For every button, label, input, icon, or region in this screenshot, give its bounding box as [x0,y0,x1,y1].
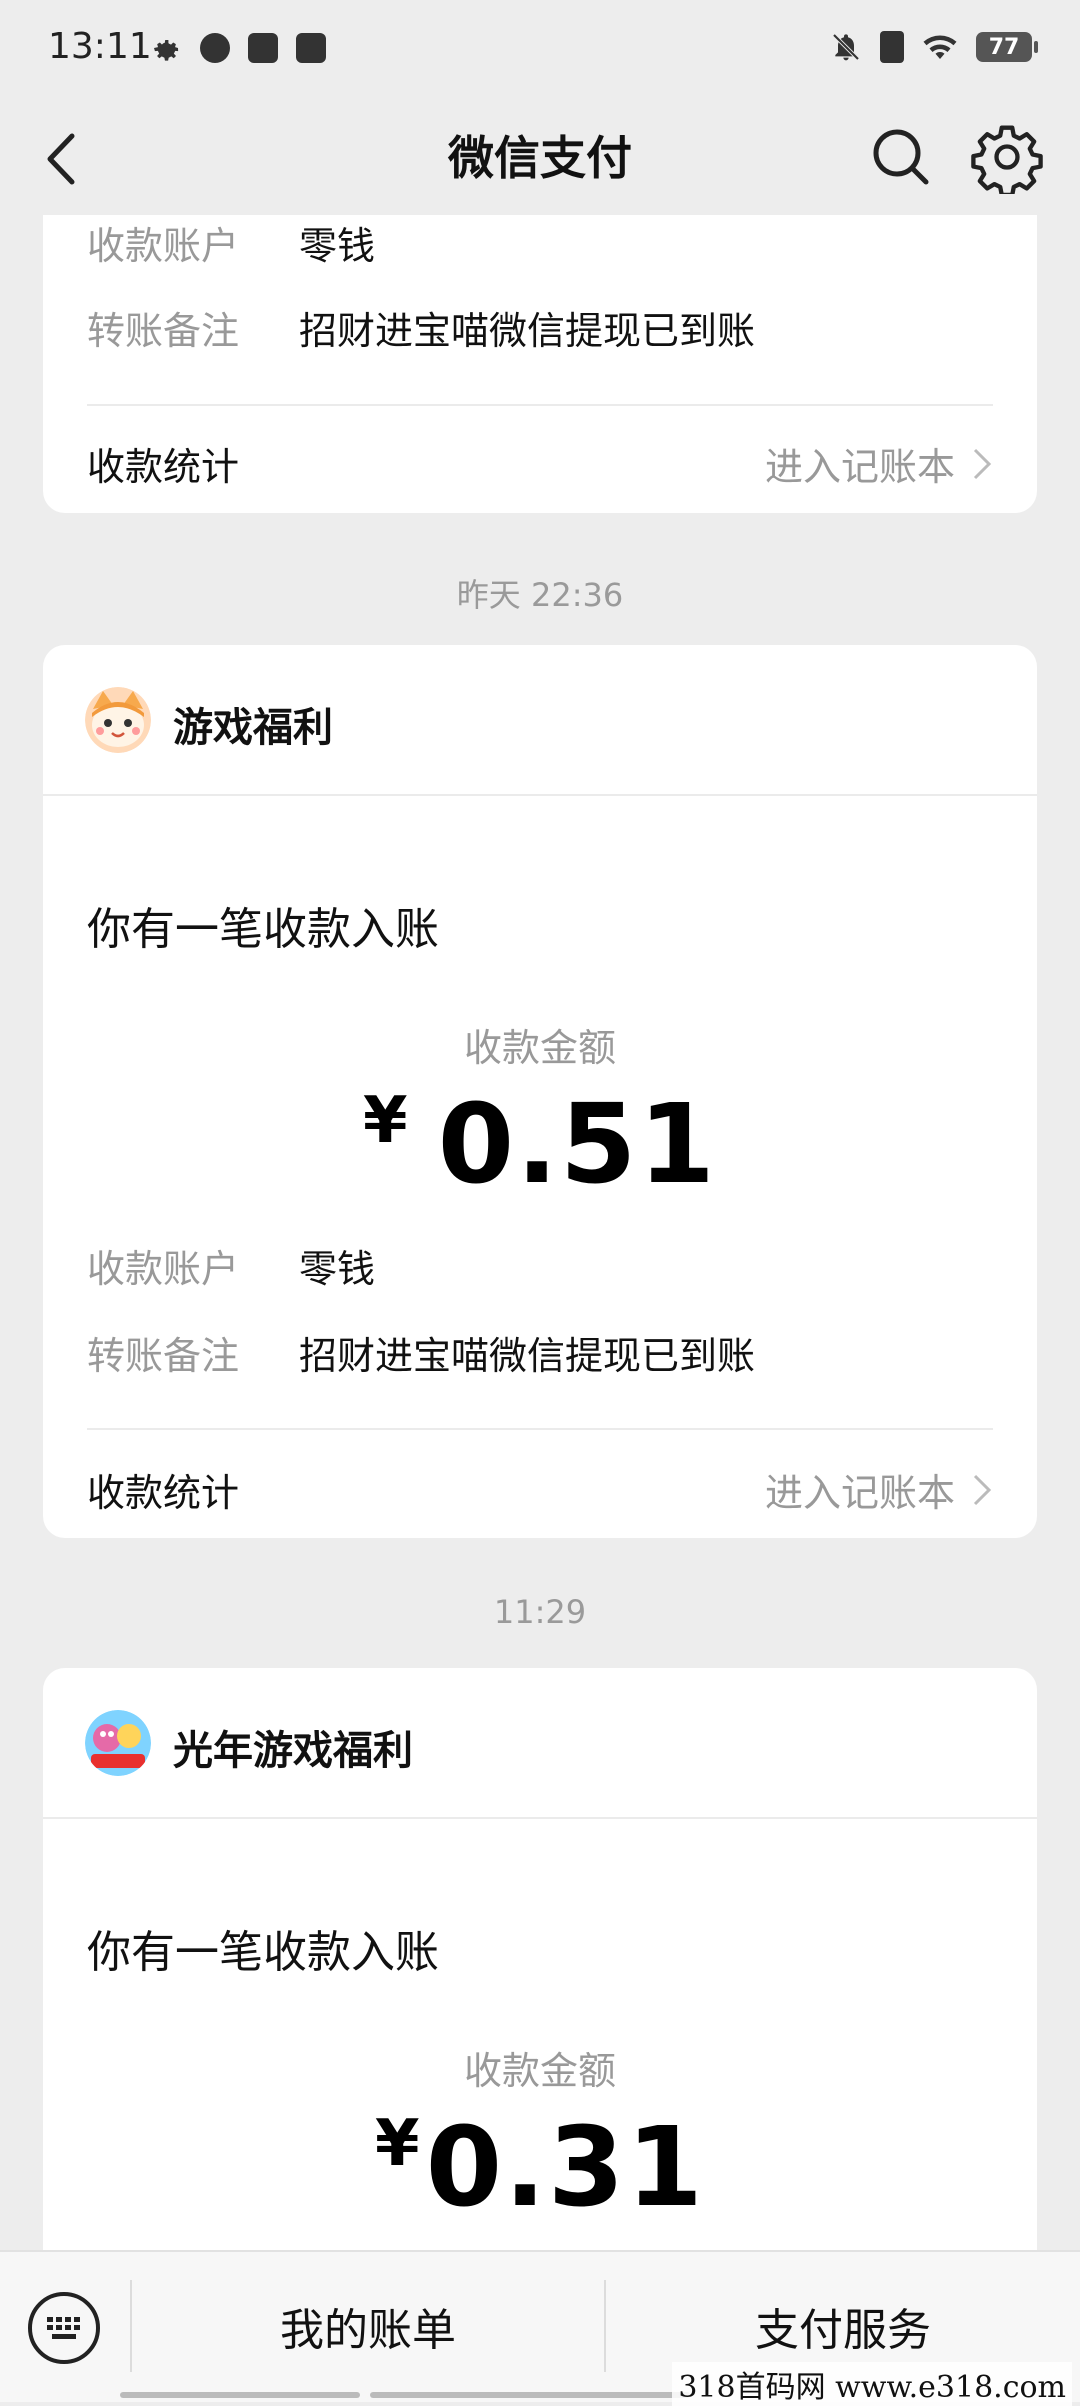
account-row: 收款账户 零钱 [87,215,993,270]
payment-message-card: 收款账户 零钱 转账备注 招财进宝喵微信提现已到账 收款统计 进入记账本 [43,215,1037,513]
chevron-right-icon [973,448,992,479]
remark-value: 招财进宝喵微信提现已到账 [299,309,756,353]
message-timestamp: 11:29 [493,1593,587,1631]
app-avatar-game[interactable] [85,1710,151,1776]
header-divider [43,1817,1037,1819]
message-list[interactable]: 收款账户 零钱 转账备注 招财进宝喵微信提现已到账 收款统计 进入记账本 昨天 22… [0,215,1080,2250]
battery-level: 77 [988,34,1020,60]
keyboard-toggle-button[interactable] [28,2292,100,2364]
divider [87,1428,993,1430]
gesture-bar [120,2392,360,2398]
header-divider [43,794,1037,796]
ledger-link[interactable]: 进入记账本 [765,1462,993,1517]
currency-symbol: ¥ [363,1084,408,1158]
account-label: 收款账户 [87,224,240,268]
remark-label: 转账备注 [87,1334,240,1378]
mailbox-icon [296,33,326,63]
remark-value: 招财进宝喵微信提现已到账 [299,1334,756,1378]
notice-title: 你有一笔收款入账 [87,904,439,955]
watermark: 318首码网 www.e318.com [672,2362,1072,2406]
status-system-icons: 77 [830,30,1038,64]
status-time: 13:11 [48,26,152,67]
app-name[interactable]: 光年游戏福利 [173,1718,413,1776]
amount-value: ¥0.31 [43,2103,1037,2231]
status-notification-icons [150,32,326,64]
no-sim-icon [880,31,904,63]
gesture-bar [370,2392,690,2398]
game-logo-icon [85,1710,151,1776]
account-label: 收款账户 [87,1247,240,1291]
divider [87,404,993,406]
speedometer-icon [200,33,230,63]
amount-label: 收款金额 [463,2049,616,2093]
mute-bell-icon [832,33,860,61]
search-icon[interactable] [866,122,936,192]
app-name[interactable]: 游戏福利 [173,695,333,753]
ledger-link-label: 进入记账本 [764,1471,955,1515]
account-value: 零钱 [299,224,376,268]
stats-label: 收款统计 [87,445,240,489]
remark-row: 转账备注 招财进宝喵微信提现已到账 [87,300,993,355]
payment-message-card: 游戏福利 你有一笔收款入账 收款金额 ¥0.51 收款账户 零钱 转账备注 招财进宝… [43,645,1037,1538]
amount-value: ¥0.51 [43,1080,1037,1208]
settings-gear-small-icon [154,40,179,61]
notice-title: 你有一笔收款入账 [87,1927,439,1978]
message-timestamp: 昨天 22:36 [456,576,624,614]
amount-number: 0.31 [425,2103,705,2231]
chevron-right-icon [973,1474,992,1505]
app-notification-icon [248,33,278,63]
payment-service-menu[interactable]: 支付服务 [606,2294,1080,2358]
account-row: 收款账户 零钱 [87,1238,993,1293]
stats-row[interactable]: 收款统计 进入记账本 [87,436,993,491]
stats-label: 收款统计 [87,1471,240,1515]
ledger-link[interactable]: 进入记账本 [765,436,993,491]
currency-symbol: ¥ [375,2107,420,2181]
wifi-icon [923,35,957,59]
cat-face-icon [85,687,151,753]
battery-indicator: 77 [976,32,1038,62]
remark-row: 转账备注 招财进宝喵微信提现已到账 [87,1325,993,1380]
payment-message-card: 光年游戏福利 你有一笔收款入账 收款金额 ¥0.31 [43,1668,1037,2250]
ledger-link-label: 进入记账本 [764,445,955,489]
amount-label: 收款金额 [463,1026,616,1070]
amount-number: 0.51 [437,1080,717,1208]
remark-label: 转账备注 [87,309,240,353]
account-value: 零钱 [299,1247,376,1291]
app-avatar-cat[interactable] [85,687,151,753]
settings-gear-icon[interactable] [970,120,1044,194]
my-bill-menu[interactable]: 我的账单 [132,2294,604,2358]
stats-row[interactable]: 收款统计 进入记账本 [87,1462,993,1517]
status-bar: 13:11 77 [0,0,1080,100]
top-nav-bar: 微信支付 [0,100,1080,215]
keyboard-icon [47,2317,80,2339]
